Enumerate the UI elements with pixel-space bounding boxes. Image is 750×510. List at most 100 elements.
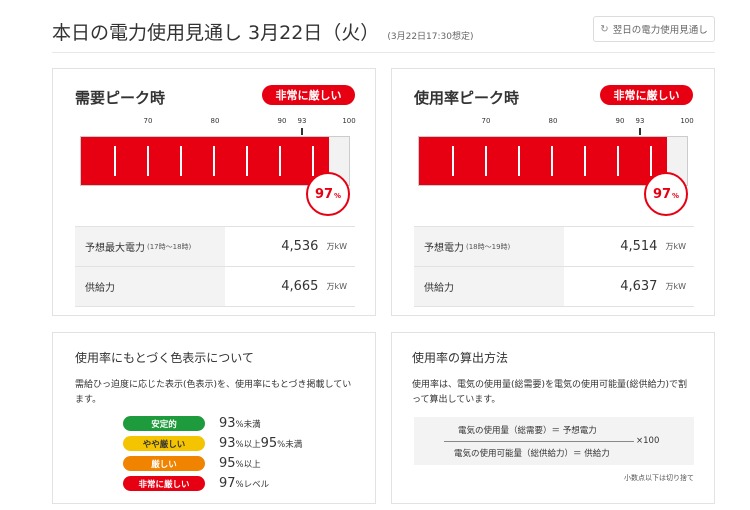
demand-usage-percent-badge: 97% (306, 172, 350, 216)
tick-label: 93 (635, 117, 645, 125)
row-label-text: 予想電力 (424, 243, 464, 254)
threshold-suffix: %以上 (235, 440, 261, 450)
row-value-number: 4,514 (620, 239, 658, 254)
threshold-value: 97 (219, 476, 236, 491)
legend-item-tight: 厳しい 95%以上 (123, 456, 261, 471)
legend-item-very-tight: 非常に厳しい 97%レベル (123, 476, 269, 491)
fraction-line (444, 441, 634, 442)
demand-usage-bar (80, 136, 350, 186)
page-title: 本日の電力使用見通し 3月22日（火） (3月22日17:30想定) (52, 18, 474, 45)
usage-rate-status-badge: 非常に厳しい (600, 85, 693, 105)
threshold-suffix: %未満 (235, 420, 261, 430)
tick-label: 80 (548, 117, 558, 125)
calc-method-card: 使用率の算出方法 使用率は、電気の使用量(総需要)を電気の使用可能量(総供給力)… (391, 332, 715, 504)
percent-unit: % (334, 192, 342, 200)
color-legend-card: 使用率にもとづく色表示について 需給ひっ迫度に応じた表示(色表示)を、使用率にも… (52, 332, 376, 504)
demand-gauge-ticks: 70 80 90 93 100 (80, 117, 356, 127)
row-label-text: 予想最大電力 (85, 243, 145, 254)
tick-label: 100 (342, 117, 356, 125)
bar-segment-divider (147, 146, 149, 176)
status-badge-very-tight: 非常に厳しい (123, 476, 205, 491)
bar-segment-divider (584, 146, 586, 176)
usage-rate-peak-title: 使用率ピーク時 (414, 89, 520, 107)
row-value-unit: 万kW (326, 282, 347, 291)
percent-unit: % (672, 192, 680, 200)
row-label: 供給力 (414, 267, 564, 306)
legend-threshold: 95%以上 (219, 456, 261, 471)
row-value-number: 4,665 (281, 279, 319, 294)
row-value: 4,514 万kW (564, 227, 694, 266)
demand-usage-bar-fill (81, 137, 329, 185)
legend-threshold: 97%レベル (219, 476, 269, 491)
usage-gauge-ticks: 70 80 90 93 100 (418, 117, 694, 127)
table-row: 供給力 4,637 万kW (414, 267, 694, 307)
tick-label: 70 (481, 117, 491, 125)
row-label-note: (18時〜19時) (466, 242, 511, 251)
threshold-suffix-2: %未満 (277, 440, 303, 450)
color-legend-title: 使用率にもとづく色表示について (75, 351, 254, 365)
row-value-unit: 万kW (665, 242, 686, 251)
bar-segment-divider (213, 146, 215, 176)
row-label-text: 供給力 (85, 283, 115, 294)
next-day-button-label: 翌日の電力使用見通し (612, 25, 708, 36)
bar-segment-divider (650, 146, 652, 176)
tick-label: 93 (297, 117, 307, 125)
usage-rate-bar (418, 136, 688, 186)
demand-peak-title: 需要ピーク時 (75, 89, 166, 107)
row-label: 予想電力 (18時〜19時) (414, 227, 564, 266)
threshold-value-2: 95 (260, 436, 278, 451)
bar-segment-divider (518, 146, 520, 176)
bar-segment-divider (114, 146, 116, 176)
threshold-marker-93 (301, 128, 303, 135)
usage-rate-percent-badge: 97% (644, 172, 688, 216)
bar-segment-divider (452, 146, 454, 176)
threshold-suffix: %レベル (235, 480, 270, 490)
usage-rate-percent-value: 97 (652, 186, 672, 202)
row-label-note: (17時〜18時) (147, 242, 192, 251)
status-badge-tight: 厳しい (123, 456, 205, 471)
refresh-icon: ↻ (600, 23, 609, 35)
tick-label: 90 (277, 117, 287, 125)
bar-segment-divider (246, 146, 248, 176)
legend-item-somewhat-tight: やや厳しい 93%以上95%未満 (123, 436, 302, 451)
demand-peak-card: 需要ピーク時 非常に厳しい 70 80 90 93 100 97% 予想最大電力… (52, 68, 376, 316)
row-value-number: 4,637 (620, 279, 658, 294)
next-day-forecast-button[interactable]: ↻ 翌日の電力使用見通し (593, 16, 715, 42)
demand-info-table: 予想最大電力 (17時〜18時) 4,536 万kW 供給力 4,665 万kW (75, 226, 355, 307)
bar-segment-divider (180, 146, 182, 176)
row-value: 4,637 万kW (564, 267, 694, 306)
formula-numerator: 電気の使用量（総需要）＝ 予想電力 (458, 426, 597, 436)
row-value: 4,536 万kW (225, 227, 355, 266)
header-divider (52, 52, 715, 53)
row-value: 4,665 万kW (225, 267, 355, 306)
formula-denominator: 電気の使用可能量（総供給力）＝ 供給力 (454, 449, 610, 459)
threshold-marker-93 (639, 128, 641, 135)
demand-peak-status-badge: 非常に厳しい (262, 85, 355, 105)
usage-rate-peak-card: 使用率ピーク時 非常に厳しい 70 80 90 93 100 97% 予想電力(… (391, 68, 715, 316)
formula-multiplier: ×100 (636, 436, 660, 446)
status-badge-somewhat-tight: やや厳しい (123, 436, 205, 451)
tick-label: 90 (615, 117, 625, 125)
row-value-unit: 万kW (326, 242, 347, 251)
table-row: 予想電力 (18時〜19時) 4,514 万kW (414, 227, 694, 267)
page-title-text: 本日の電力使用見通し 3月22日（火） (52, 22, 380, 44)
tick-label: 80 (210, 117, 220, 125)
formula-box: 電気の使用量（総需要）＝ 予想電力 ×100 電気の使用可能量（総供給力）＝ 供… (414, 417, 694, 465)
calc-method-description: 使用率は、電気の使用量(総需要)を電気の使用可能量(総供給力)で割って算出してい… (412, 380, 688, 405)
usage-rate-bar-fill (419, 137, 667, 185)
status-badge-stable: 安定的 (123, 416, 205, 431)
table-row: 供給力 4,665 万kW (75, 267, 355, 307)
legend-threshold: 93%以上95%未満 (219, 436, 302, 451)
bar-segment-divider (551, 146, 553, 176)
row-label-text: 供給力 (424, 283, 454, 294)
threshold-value: 95 (219, 456, 236, 471)
bar-segment-divider (617, 146, 619, 176)
calc-method-title: 使用率の算出方法 (412, 351, 509, 365)
row-value-number: 4,536 (281, 239, 319, 254)
legend-item-stable: 安定的 93%未満 (123, 416, 261, 431)
demand-usage-percent-value: 97 (314, 186, 334, 202)
threshold-value: 93 (219, 416, 236, 431)
color-legend-description: 需給ひっ迫度に応じた表示(色表示)を、使用率にもとづき掲載しています。 (75, 380, 352, 405)
page-subtitle: (3月22日17:30想定) (387, 32, 474, 42)
usage-rate-info-table: 予想電力 (18時〜19時) 4,514 万kW 供給力 4,637 万kW (414, 226, 694, 307)
